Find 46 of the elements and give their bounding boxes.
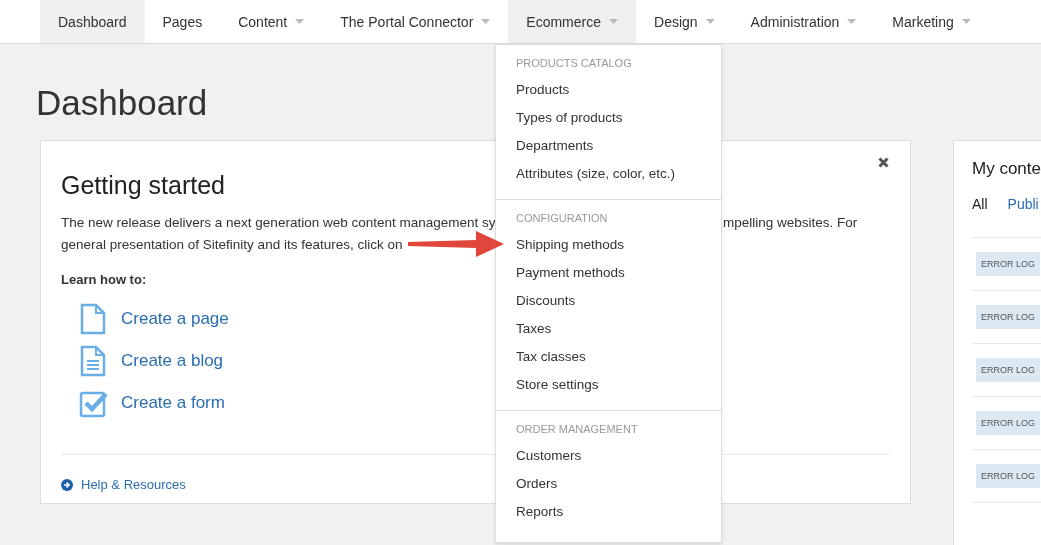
nav-tab[interactable]: Content [220,0,323,43]
intro-text: mpelling websites. For [723,214,858,232]
menu-item[interactable]: Customers [516,442,721,470]
create-link[interactable]: Create a blog [121,351,224,371]
menu-item[interactable]: Store settings [516,371,721,399]
menu-item[interactable]: Tax classes [516,343,721,371]
create-link[interactable]: Create a page [121,309,229,329]
menu-section-header: ORDER MANAGEMENT [516,422,639,437]
menu-item[interactable]: Payment methods [516,259,721,287]
page-title: Dashboard [36,82,208,124]
error-log-tag: ERROR LOG [976,305,1040,329]
menu-item[interactable]: Discounts [516,287,721,315]
card-title: Getting started [61,171,225,200]
menu-item[interactable]: Attributes (size, color, etc.) [516,160,721,188]
error-log-tag: ERROR LOG [976,411,1040,435]
menu-item[interactable]: Reports [516,498,721,526]
nav-tab[interactable]: Design [636,0,733,43]
nav-tab[interactable]: Administration [732,0,875,43]
menu-item[interactable]: Shipping methods [516,231,721,259]
error-log-tag: ERROR LOG [976,252,1040,276]
menu-item[interactable]: Taxes [516,315,721,343]
filter-tab[interactable]: All [972,195,988,213]
nav-tab[interactable]: Marketing [874,0,989,43]
menu-item[interactable]: Products [516,76,721,104]
menu-item[interactable]: Orders [516,470,721,498]
nav-tab[interactable]: Dashboard [40,0,145,43]
close-icon[interactable] [878,157,889,168]
nav-tab[interactable]: The Portal Connector [322,0,509,43]
filter-tab[interactable]: Publi [1007,195,1039,213]
learn-label: Learn how to: [61,272,147,287]
intro-text: general presentation of Sitefinity and its features, click on [61,237,403,252]
intro-text: The new release delivers a next generation web content management sy [61,214,496,232]
nav-tab[interactable]: Pages [144,0,221,43]
arrow-circle-icon [61,478,73,491]
document-icon [79,303,108,335]
menu-item[interactable]: Types of products [516,104,721,132]
menu-item[interactable]: Departments [516,132,721,160]
card-title: My conte [972,159,1041,179]
help-link[interactable]: Help & Resources [81,477,186,492]
error-log-tag: ERROR LOG [976,358,1040,382]
document-lines-icon [79,345,108,377]
menu-section-header: CONFIGURATION [516,211,609,226]
menu-section-header: PRODUCTS CATALOG [516,56,633,71]
create-link[interactable]: Create a form [121,393,225,413]
nav-tab[interactable]: Ecommerce [508,0,636,43]
error-log-tag: ERROR LOG [976,464,1040,488]
